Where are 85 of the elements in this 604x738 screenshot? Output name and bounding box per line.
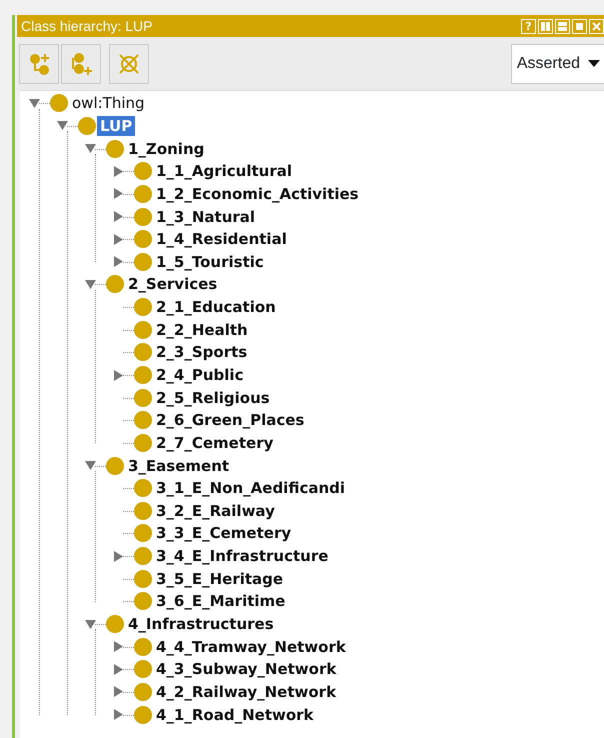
class-label[interactable]: 4_4_Tramway_Network bbox=[153, 636, 349, 657]
class-label[interactable]: 2_4_Public bbox=[153, 365, 246, 385]
caret-icon bbox=[588, 60, 600, 67]
class-label[interactable]: 1_Zoning bbox=[125, 138, 208, 159]
class-label[interactable]: 2_5_Religious bbox=[153, 388, 273, 408]
class-label[interactable]: 2_Services bbox=[125, 274, 220, 294]
collapsed-arrow-icon[interactable] bbox=[113, 188, 124, 200]
split-v-icon bbox=[540, 20, 551, 32]
class-icon bbox=[134, 706, 152, 724]
class-label[interactable]: 4_2_Railway_Network bbox=[153, 682, 340, 702]
close-button[interactable] bbox=[589, 18, 604, 34]
collapsed-arrow-icon[interactable] bbox=[113, 709, 124, 720]
split-h-icon bbox=[557, 20, 568, 32]
class-icon bbox=[134, 343, 152, 362]
split-horizontal-button[interactable] bbox=[555, 18, 570, 34]
class-icon bbox=[106, 140, 124, 158]
expanded-arrow-icon[interactable] bbox=[85, 460, 96, 472]
class-label[interactable]: 3_2_E_Railway bbox=[153, 500, 278, 521]
expanded-arrow-icon[interactable] bbox=[85, 143, 96, 154]
class-label[interactable]: 1_1_Agricultural bbox=[153, 161, 295, 182]
class-icon bbox=[134, 162, 152, 180]
collapsed-arrow-icon[interactable] bbox=[113, 234, 124, 245]
class-icon bbox=[134, 502, 152, 520]
class-icon bbox=[134, 434, 152, 452]
class-icon bbox=[78, 116, 96, 135]
class-label[interactable]: 3_1_E_Non_Aedificandi bbox=[153, 478, 348, 498]
class-icon bbox=[134, 208, 152, 226]
collapsed-arrow-icon[interactable] bbox=[113, 641, 124, 652]
class-label[interactable]: 3_4_E_Infrastructure bbox=[153, 546, 332, 566]
add-sibling-icon bbox=[69, 50, 93, 76]
collapsed-arrow-icon[interactable] bbox=[113, 166, 124, 177]
class-label[interactable]: 4_Infrastructures bbox=[125, 614, 277, 634]
collapsed-arrow-icon[interactable] bbox=[113, 211, 124, 222]
class-label[interactable]: 2_7_Cemetery bbox=[153, 432, 276, 453]
class-icon bbox=[134, 592, 152, 610]
class-icon bbox=[50, 94, 68, 112]
class-icon bbox=[134, 660, 152, 678]
class-label[interactable]: 3_5_E_Heritage bbox=[153, 568, 286, 589]
expanded-arrow-icon[interactable] bbox=[57, 120, 68, 132]
class-label[interactable]: 1_3_Natural bbox=[153, 206, 258, 227]
class-label[interactable]: 2_1_Education bbox=[153, 297, 279, 318]
window-title: Class hierarchy: LUP bbox=[21, 16, 152, 36]
collapsed-arrow-icon[interactable] bbox=[113, 256, 124, 268]
class-icon bbox=[134, 184, 152, 203]
class-icon bbox=[134, 411, 152, 430]
class-icon bbox=[134, 252, 152, 271]
class-icon bbox=[134, 298, 152, 316]
class-label[interactable]: 1_2_Economic_Activities bbox=[153, 184, 362, 204]
class-icon bbox=[134, 547, 152, 566]
class-label[interactable]: 3_6_E_Maritime bbox=[153, 591, 288, 612]
class-label[interactable]: 4_1_Road_Network bbox=[153, 704, 317, 725]
class-label[interactable]: 2_2_Health bbox=[153, 320, 251, 340]
view-dropdown[interactable]: Asserted bbox=[510, 44, 604, 84]
class-label[interactable]: 2_6_Green_Places bbox=[153, 410, 308, 430]
class-icon bbox=[134, 366, 152, 384]
class-label[interactable]: 3_3_E_Cemetery bbox=[153, 523, 294, 544]
class-icon bbox=[106, 275, 124, 294]
class-label[interactable]: 1_4_Residential bbox=[153, 229, 290, 250]
class-icon bbox=[134, 524, 152, 542]
class-label[interactable]: 3_Easement bbox=[125, 456, 232, 476]
class-icon bbox=[134, 320, 152, 339]
class-label[interactable]: 1_5_Touristic bbox=[153, 252, 267, 272]
close-icon bbox=[591, 20, 602, 32]
class-icon bbox=[134, 479, 152, 498]
class-label[interactable]: 4_3_Subway_Network bbox=[153, 659, 340, 680]
class-label[interactable]: 2_3_Sports bbox=[153, 342, 250, 362]
maximize-button[interactable] bbox=[572, 18, 587, 34]
collapsed-arrow-icon[interactable] bbox=[113, 664, 124, 675]
expanded-arrow-icon[interactable] bbox=[85, 618, 96, 630]
split-vertical-button[interactable] bbox=[538, 18, 553, 34]
collapsed-arrow-icon[interactable] bbox=[113, 550, 124, 562]
class-icon bbox=[134, 230, 152, 248]
class-label[interactable]: owl:Thing bbox=[69, 93, 148, 114]
class-icon bbox=[106, 456, 124, 475]
class-label[interactable]: LUP bbox=[97, 116, 136, 136]
collapsed-arrow-icon[interactable] bbox=[113, 686, 124, 698]
expanded-arrow-icon[interactable] bbox=[85, 278, 96, 290]
maximize-icon bbox=[574, 20, 585, 32]
class-icon bbox=[134, 638, 152, 656]
collapsed-arrow-icon[interactable] bbox=[113, 370, 124, 380]
class-icon bbox=[134, 570, 152, 588]
class-icon bbox=[106, 615, 124, 634]
expanded-arrow-icon[interactable] bbox=[29, 98, 40, 109]
class-icon bbox=[134, 682, 152, 701]
class-icon bbox=[134, 388, 152, 407]
